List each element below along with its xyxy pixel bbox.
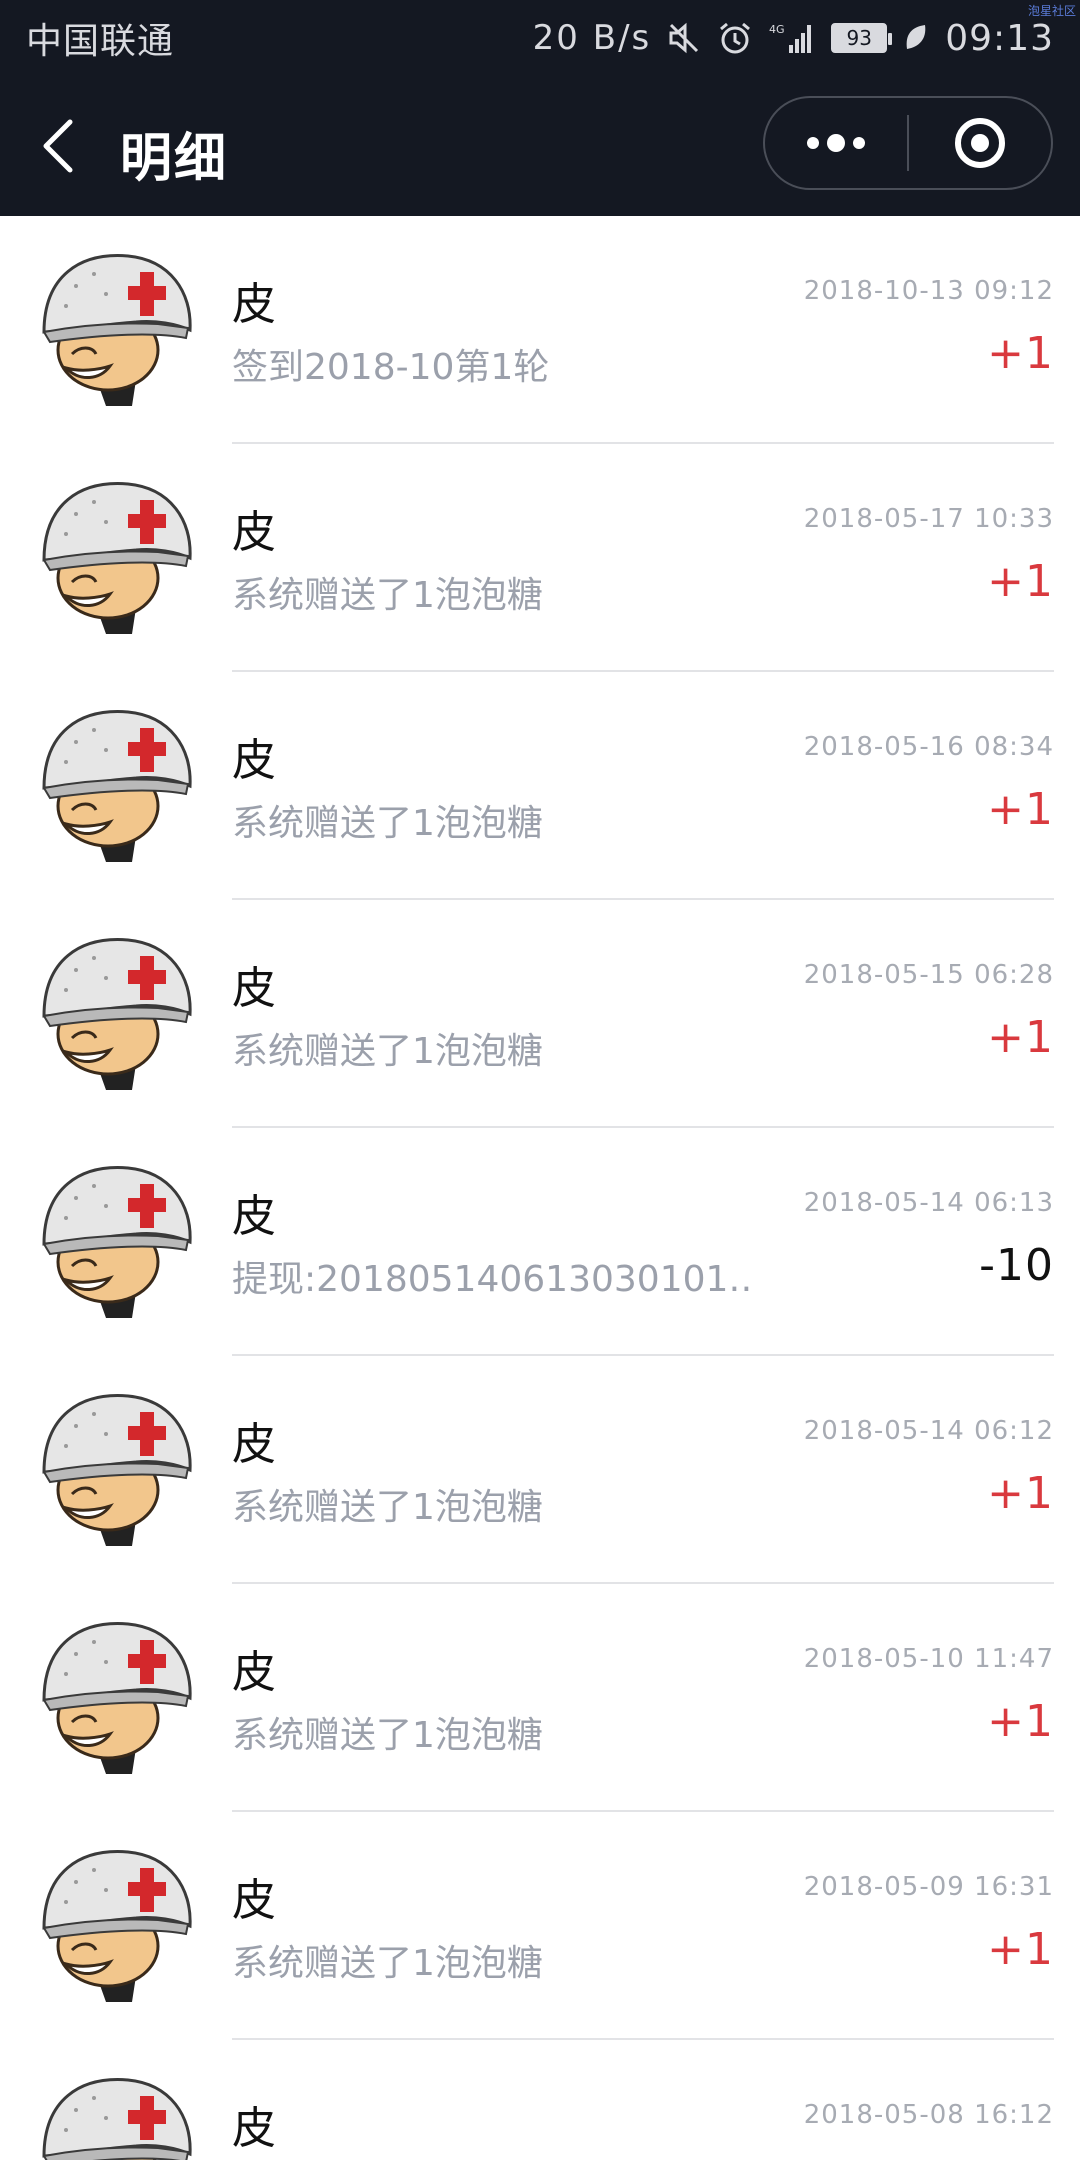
record-timestamp: 2018-05-16 08:34 (803, 732, 1054, 762)
record-timestamp: 2018-05-14 06:12 (803, 1416, 1054, 1446)
avatar (42, 1850, 192, 2002)
list-item[interactable]: 皮 提现:201805140613030101… 2018-05-14 06:1… (0, 1128, 1080, 1356)
record-name: 皮 (232, 963, 276, 1014)
record-timestamp: 2018-10-13 09:12 (803, 276, 1054, 306)
avatar (42, 482, 192, 634)
record-description: 系统赠送了1泡泡糖 (232, 575, 543, 616)
avatar (42, 2078, 192, 2160)
signal-icon: 4G (769, 21, 815, 55)
avatar (42, 254, 192, 406)
record-timestamp: 2018-05-10 11:47 (803, 1644, 1054, 1674)
avatar (42, 1622, 192, 1774)
list-item[interactable]: 皮 系统赠送了1泡泡糖 2018-05-10 11:47 +1 (0, 1584, 1080, 1812)
record-name: 皮 (232, 735, 276, 786)
status-icons: 20 B/s 4G 93 09:13 (533, 18, 1054, 59)
leaf-icon (903, 23, 929, 53)
more-dots-icon (807, 134, 865, 152)
record-description: 提现:201805140613030101… (232, 1259, 752, 1300)
record-description: 系统赠送了1泡泡糖 (232, 1715, 543, 1756)
record-amount: +1 (987, 1696, 1054, 1747)
watermark-label: 泡星社区 (1027, 4, 1076, 18)
record-timestamp: 2018-05-09 16:31 (803, 1872, 1054, 1902)
miniprogram-capsule (763, 96, 1053, 190)
mute-icon (667, 21, 701, 55)
avatar (42, 938, 192, 1090)
list-item[interactable]: 皮 系统赠送了1泡泡糖 2018-05-16 08:34 +1 (0, 672, 1080, 900)
record-amount: +1 (987, 784, 1054, 835)
record-name: 皮 (232, 1419, 276, 1470)
nav-bar: 明细 (0, 76, 1080, 216)
network-type-label: 4G (769, 23, 785, 36)
record-description: 系统赠送了1泡泡糖 (232, 1031, 543, 1072)
record-amount: -10 (979, 1240, 1054, 1291)
page-title: 明细 (120, 129, 229, 189)
record-name: 皮 (232, 507, 276, 558)
target-icon (955, 118, 1005, 168)
list-item[interactable]: 皮 系统赠送了1泡泡糖 2018-05-09 16:31 +1 (0, 1812, 1080, 2040)
chevron-left-icon (43, 119, 73, 173)
record-description: 系统赠送了1泡泡糖 (232, 1943, 543, 1984)
avatar (42, 1394, 192, 1546)
record-amount: +1 (987, 556, 1054, 607)
list-item[interactable]: 皮 系统赠送了1泡泡糖 2018-05-14 06:12 +1 (0, 1356, 1080, 1584)
record-name: 皮 (232, 1875, 276, 1926)
clock: 09:13 (945, 17, 1054, 59)
record-name: 皮 (232, 2103, 276, 2154)
back-button[interactable] (28, 112, 88, 180)
record-description: 系统赠送了1泡泡糖 (232, 1487, 543, 1528)
record-amount: +1 (987, 1468, 1054, 1519)
net-speed: 20 B/s (532, 18, 652, 58)
record-list: 皮 签到2018-10第1轮 2018-10-13 09:12 +1 皮 系统赠… (0, 216, 1080, 2160)
status-bar: 中国联通 20 B/s 4G 93 09:13 泡星社区 (0, 0, 1080, 76)
carrier-label: 中国联通 (26, 21, 175, 62)
battery-icon: 93 (831, 23, 893, 53)
record-amount: +1 (987, 1012, 1054, 1063)
record-amount: +1 (987, 328, 1054, 379)
record-timestamp: 2018-05-08 16:12 (803, 2100, 1054, 2130)
record-description: 系统赠送了1泡泡糖 (232, 803, 543, 844)
list-item[interactable]: 皮 2018-05-08 16:12 (0, 2040, 1080, 2160)
more-button[interactable] (765, 98, 907, 188)
record-name: 皮 (232, 1647, 276, 1698)
avatar (42, 710, 192, 862)
list-item[interactable]: 皮 系统赠送了1泡泡糖 2018-05-17 10:33 +1 (0, 444, 1080, 672)
record-amount: +1 (987, 1924, 1054, 1975)
avatar (42, 1166, 192, 1318)
list-item[interactable]: 皮 签到2018-10第1轮 2018-10-13 09:12 +1 (0, 216, 1080, 444)
close-button[interactable] (909, 98, 1051, 188)
alarm-icon (717, 20, 753, 56)
record-timestamp: 2018-05-14 06:13 (803, 1188, 1054, 1218)
record-description: 签到2018-10第1轮 (232, 347, 550, 388)
record-name: 皮 (232, 279, 276, 330)
list-item[interactable]: 皮 系统赠送了1泡泡糖 2018-05-15 06:28 +1 (0, 900, 1080, 1128)
record-timestamp: 2018-05-15 06:28 (803, 960, 1054, 990)
record-timestamp: 2018-05-17 10:33 (803, 504, 1054, 534)
record-name: 皮 (232, 1191, 276, 1242)
